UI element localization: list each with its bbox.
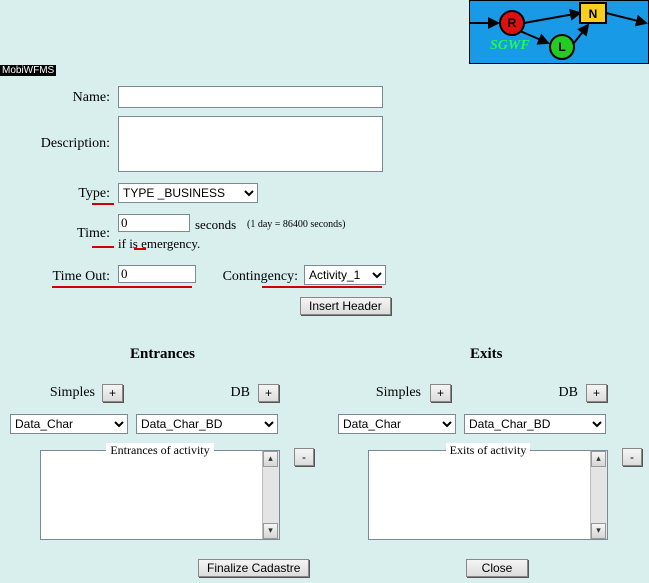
svg-text:R: R	[508, 16, 517, 30]
exits-simples-select[interactable]: Data_Char	[338, 414, 456, 434]
svg-text:L: L	[558, 40, 565, 54]
app-banner: R N L SGWF	[469, 0, 649, 64]
time-label: Time:	[30, 226, 110, 242]
finalize-cadastre-button[interactable]: Finalize Cadastre	[198, 559, 309, 577]
time-hint: (1 day = 86400 seconds)	[247, 219, 345, 230]
entrances-simples-add-button[interactable]: +	[102, 384, 123, 402]
entrances-remove-button[interactable]: -	[294, 448, 314, 466]
entrances-db-label: DB	[200, 385, 250, 401]
contingency-select[interactable]: Activity_1	[304, 265, 386, 285]
underline-contingency	[262, 286, 382, 288]
underline-type	[92, 203, 114, 205]
entrances-db-select[interactable]: Data_Char_BD	[136, 414, 278, 434]
scrollbar[interactable]: ▴ ▾	[590, 451, 607, 539]
scroll-up-icon[interactable]: ▴	[591, 451, 606, 467]
exits-db-add-button[interactable]: +	[586, 384, 607, 402]
underline-time	[92, 246, 114, 248]
description-field[interactable]	[118, 116, 383, 172]
entrances-listbox[interactable]: Entrances of activity ▴ ▾	[40, 450, 280, 540]
scroll-down-icon[interactable]: ▾	[591, 523, 606, 539]
time-subtext: if is emergency.	[118, 236, 200, 252]
name-label: Name:	[30, 90, 110, 106]
svg-text:SGWF: SGWF	[490, 38, 530, 53]
scroll-down-icon[interactable]: ▾	[263, 523, 278, 539]
entrances-simples-label: Simples	[30, 385, 95, 401]
type-select[interactable]: TYPE _BUSINESS	[118, 183, 258, 203]
exits-remove-button[interactable]: -	[622, 448, 642, 466]
exits-db-select[interactable]: Data_Char_BD	[464, 414, 606, 434]
entrances-listbox-title: Entrances of activity	[41, 443, 279, 458]
entrances-db-add-button[interactable]: +	[258, 384, 279, 402]
exits-db-label: DB	[528, 385, 578, 401]
svg-text:N: N	[589, 7, 598, 21]
insert-header-button[interactable]: Insert Header	[300, 297, 391, 315]
exits-simples-label: Simples	[356, 385, 421, 401]
contingency-label: Contingency:	[208, 269, 298, 285]
exits-heading: Exits	[470, 346, 503, 363]
type-label: Type:	[30, 186, 110, 202]
scroll-up-icon[interactable]: ▴	[263, 451, 278, 467]
entrances-heading: Entrances	[130, 346, 195, 363]
time-unit-label: seconds	[195, 217, 236, 233]
timeout-field[interactable]	[118, 265, 196, 283]
entrances-simples-select[interactable]: Data_Char	[10, 414, 128, 434]
scrollbar[interactable]: ▴ ▾	[262, 451, 279, 539]
name-field[interactable]	[118, 86, 383, 108]
close-button[interactable]: Close	[466, 559, 528, 577]
timeout-label: Time Out:	[30, 269, 110, 285]
exits-simples-add-button[interactable]: +	[430, 384, 451, 402]
exits-listbox-title: Exits of activity	[369, 443, 607, 458]
exits-listbox[interactable]: Exits of activity ▴ ▾	[368, 450, 608, 540]
underline-emergency	[134, 248, 146, 250]
app-title: MobiWFMS	[0, 65, 56, 76]
description-label: Description:	[25, 136, 110, 152]
time-field[interactable]	[118, 214, 190, 232]
underline-timeout	[52, 286, 192, 288]
